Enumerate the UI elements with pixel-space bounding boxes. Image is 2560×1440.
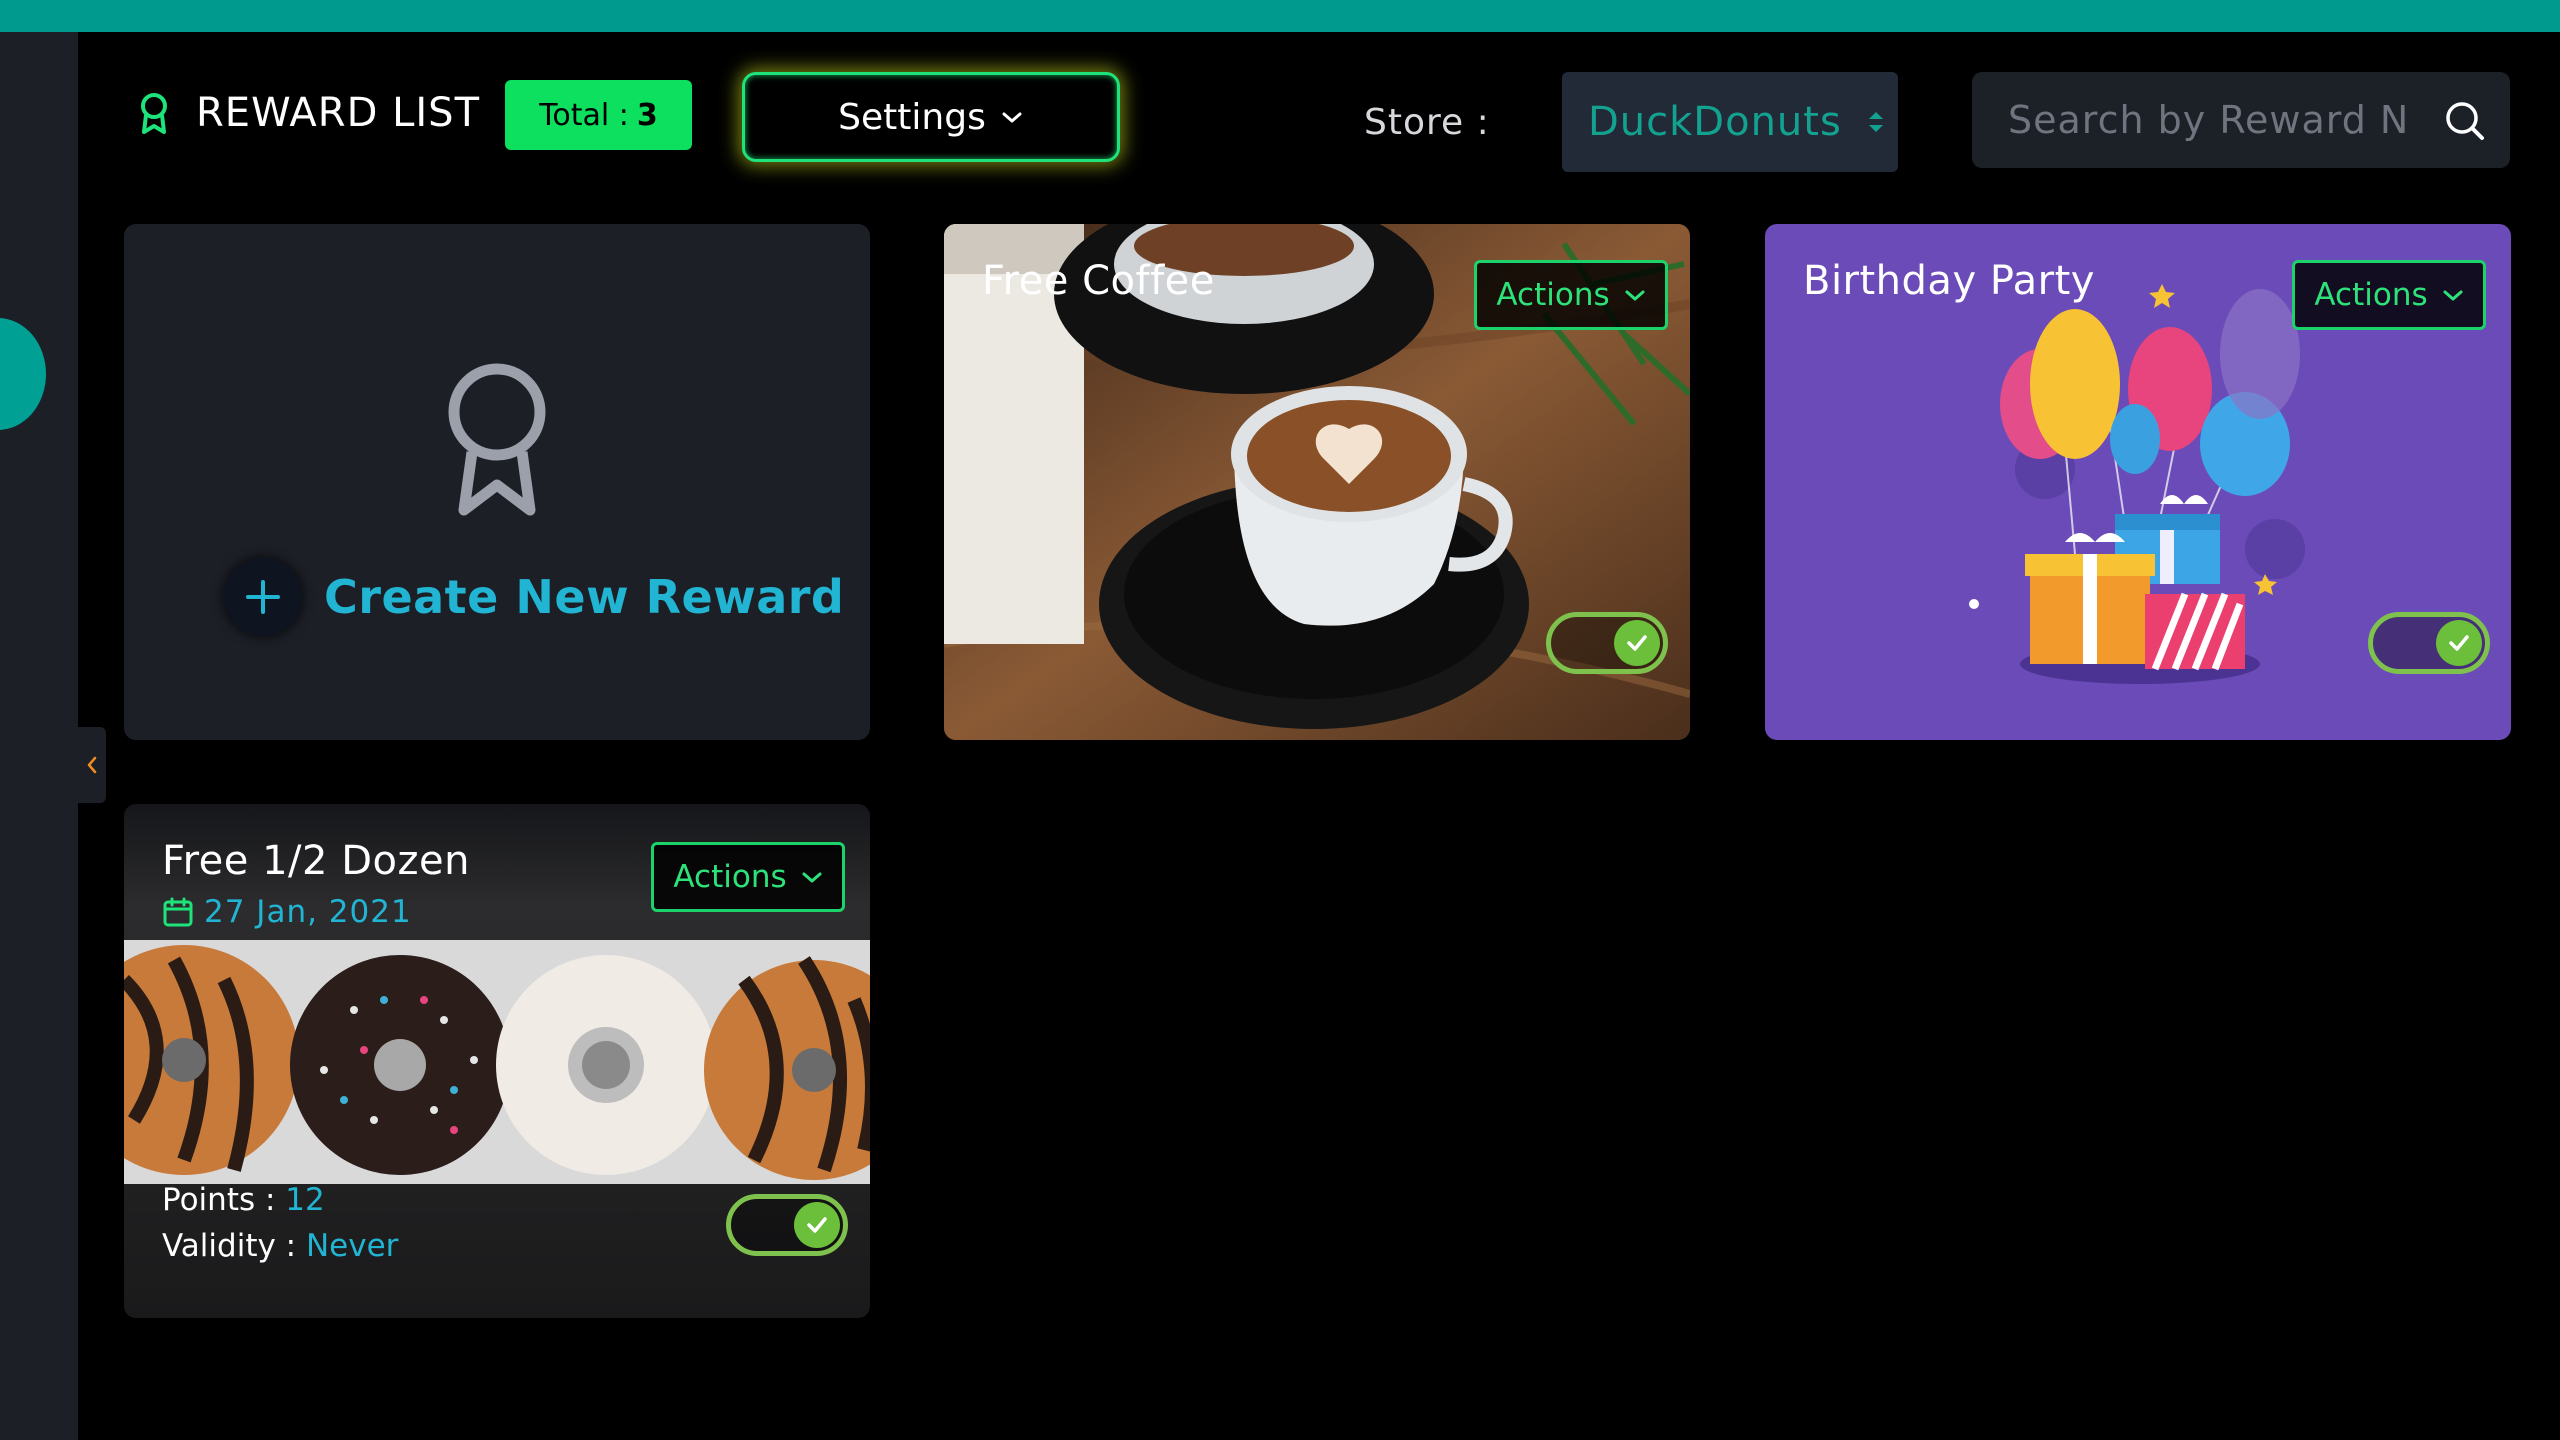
top-accent-bar <box>0 0 2560 32</box>
points-label: Points : <box>162 1182 276 1218</box>
store-select[interactable]: DuckDonuts <box>1562 72 1898 172</box>
award-icon <box>448 363 546 516</box>
chevron-down-icon <box>1625 290 1645 301</box>
check-icon <box>1614 620 1660 666</box>
award-icon <box>141 93 167 134</box>
reward-card-free-half-dozen[interactable]: Free 1/2 Dozen 27 Jan, 2021 Actions Poin… <box>124 804 870 1318</box>
actions-label: Actions <box>2314 277 2428 313</box>
total-badge: Total : 3 <box>505 80 692 150</box>
donuts-image <box>124 940 870 1184</box>
search-icon[interactable] <box>2442 98 2488 144</box>
create-reward-card[interactable]: Create New Reward <box>124 224 870 740</box>
page-title: REWARD LIST <box>196 90 481 136</box>
search-input[interactable] <box>2008 72 2428 168</box>
reward-enabled-toggle[interactable] <box>726 1194 848 1256</box>
check-icon <box>2436 620 2482 666</box>
create-reward-button[interactable]: Create New Reward <box>224 558 844 636</box>
total-label: Total : <box>539 97 629 133</box>
points-value: 12 <box>285 1182 325 1218</box>
reward-title: Birthday Party <box>1803 258 2095 304</box>
total-count: 3 <box>636 97 658 133</box>
reward-points: Points : 12 <box>162 1182 325 1218</box>
validity-value: Never <box>305 1228 399 1264</box>
reward-card-free-coffee[interactable]: Free Coffee Actions <box>944 224 1690 740</box>
chevron-left-icon <box>87 756 97 774</box>
chevron-down-icon <box>1002 112 1022 123</box>
settings-dropdown-button[interactable]: Settings <box>742 72 1120 162</box>
reward-date: 27 Jan, 2021 <box>162 894 412 930</box>
reward-enabled-toggle[interactable] <box>1546 612 1668 674</box>
plus-icon <box>224 558 302 636</box>
actions-dropdown-button[interactable]: Actions <box>651 842 845 912</box>
sort-arrows-icon <box>1868 112 1883 132</box>
actions-label: Actions <box>673 859 787 895</box>
actions-label: Actions <box>1496 277 1610 313</box>
reward-validity: Validity : Never <box>162 1228 398 1264</box>
reward-date-text: 27 Jan, 2021 <box>204 894 412 930</box>
reward-title: Free Coffee <box>982 258 1215 304</box>
actions-dropdown-button[interactable]: Actions <box>1474 260 1668 330</box>
check-icon <box>794 1202 840 1248</box>
reward-enabled-toggle[interactable] <box>2368 612 2490 674</box>
store-select-value: DuckDonuts <box>1588 99 1842 145</box>
sidebar <box>0 32 78 1440</box>
chevron-down-icon <box>802 872 822 883</box>
sidebar-collapse-button[interactable] <box>78 727 106 803</box>
search-box[interactable] <box>1972 72 2510 168</box>
calendar-icon <box>163 897 193 927</box>
reward-title: Free 1/2 Dozen <box>162 838 470 884</box>
settings-label: Settings <box>838 96 986 138</box>
create-reward-label: Create New Reward <box>324 570 845 624</box>
store-label: Store : <box>1364 102 1490 143</box>
chevron-down-icon <box>2443 290 2463 301</box>
validity-label: Validity : <box>162 1228 297 1264</box>
actions-dropdown-button[interactable]: Actions <box>2292 260 2486 330</box>
reward-card-birthday-party[interactable]: Birthday Party Actions <box>1765 224 2511 740</box>
